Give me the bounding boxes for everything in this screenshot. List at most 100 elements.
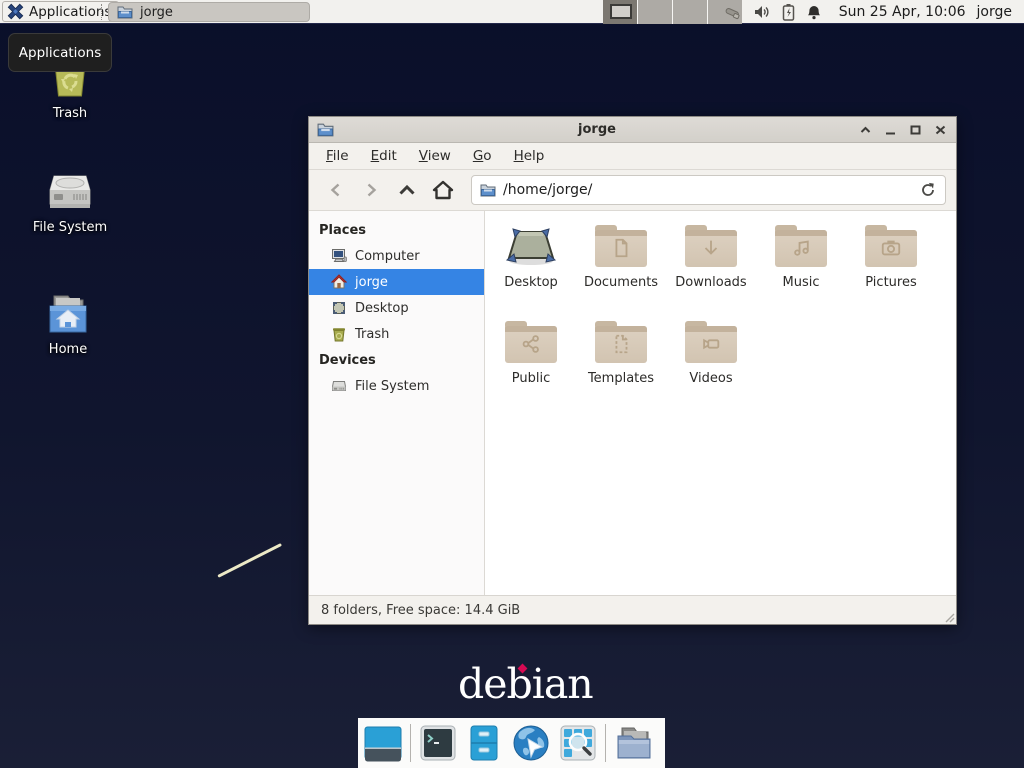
- sidebar-item-desktop[interactable]: Desktop: [309, 295, 484, 321]
- desktop-icon: [331, 300, 347, 316]
- show-desktop-icon[interactable]: [364, 724, 402, 762]
- sidebar-item-label: jorge: [355, 275, 388, 290]
- window-controls: [860, 125, 948, 135]
- sidebar-item-label: Desktop: [355, 301, 409, 316]
- top-panel: Applications jorge Sun 25 Apr, 10:06 jor…: [0, 0, 1024, 24]
- file-item-music[interactable]: Music: [756, 213, 846, 309]
- dock-separator: [410, 724, 411, 762]
- sidebar-item-file-system[interactable]: File System: [309, 373, 484, 399]
- directory-menu-icon[interactable]: [614, 724, 654, 762]
- workspace-window-preview: [610, 4, 632, 19]
- sidebar-item-computer[interactable]: Computer: [309, 243, 484, 269]
- dock-separator: [605, 724, 606, 762]
- panel-handle[interactable]: [101, 4, 104, 20]
- file-item-label: Pictures: [865, 275, 916, 290]
- applications-tooltip: Applications: [8, 33, 112, 72]
- sidebar-item-trash[interactable]: Trash: [309, 321, 484, 347]
- path-folder-icon: [480, 183, 496, 197]
- sidebar-devices-header: Devices: [309, 347, 484, 373]
- menu-edit[interactable]: Edit: [360, 144, 408, 168]
- file-item-label: Music: [783, 275, 820, 290]
- file-item-pictures[interactable]: Pictures: [846, 213, 936, 309]
- file-item-label: Desktop: [504, 275, 558, 290]
- toolbar: [309, 170, 956, 211]
- folder-downloads-icon: [685, 225, 737, 267]
- home-icon: [331, 274, 347, 290]
- folder-documents-icon: [595, 225, 647, 267]
- sidebar-item-jorge[interactable]: jorge: [309, 269, 484, 295]
- xfce-logo-icon: [7, 3, 24, 20]
- up-button[interactable]: [391, 175, 423, 205]
- computer-icon: [331, 248, 347, 264]
- reload-icon[interactable]: [919, 181, 937, 199]
- taskbar-window-button[interactable]: jorge: [108, 2, 310, 22]
- hard-drive-icon: [46, 168, 94, 214]
- workspace-2[interactable]: [638, 0, 672, 24]
- shade-button[interactable]: [860, 125, 871, 135]
- home-button[interactable]: [427, 175, 459, 205]
- menu-file[interactable]: File: [315, 144, 360, 168]
- app-finder-icon[interactable]: [559, 724, 597, 762]
- file-item-public[interactable]: Public: [486, 309, 576, 405]
- workspace-switcher[interactable]: [603, 0, 742, 24]
- close-button[interactable]: [935, 125, 946, 135]
- workspace-1[interactable]: [603, 0, 637, 24]
- file-item-documents[interactable]: Documents: [576, 213, 666, 309]
- web-browser-icon[interactable]: [511, 723, 551, 763]
- folder-music-icon: [775, 225, 827, 267]
- taskbar-window-label: jorge: [140, 5, 173, 20]
- folder-templates-icon: [595, 321, 647, 363]
- forward-button[interactable]: [355, 175, 387, 205]
- panel-clock[interactable]: Sun 25 Apr, 10:06: [839, 4, 966, 20]
- sidebar-item-label: Computer: [355, 249, 420, 264]
- notifications-bell-icon[interactable]: [806, 4, 822, 21]
- window-title: jorge: [340, 122, 854, 137]
- file-item-label: Public: [512, 371, 550, 386]
- debian-wordmark: debian: [458, 660, 593, 708]
- file-item-downloads[interactable]: Downloads: [666, 213, 756, 309]
- dock: [358, 718, 665, 768]
- window-body: Places Computer jorge Desktop: [309, 211, 956, 595]
- menu-view[interactable]: View: [408, 144, 462, 168]
- folder-window-icon: [117, 5, 133, 19]
- desktop-icon-file-system[interactable]: File System: [22, 168, 118, 235]
- tool-icon[interactable]: [723, 3, 742, 21]
- resize-grip[interactable]: [943, 611, 955, 623]
- back-button[interactable]: [319, 175, 351, 205]
- file-item-desktop[interactable]: Desktop: [486, 213, 576, 309]
- file-grid: Desktop Documents Downloads: [486, 213, 956, 405]
- sidebar-places-header: Places: [309, 217, 484, 243]
- file-pane[interactable]: Desktop Documents Downloads: [485, 211, 956, 595]
- statusbar-text: 8 folders, Free space: 14.4 GiB: [321, 603, 520, 618]
- file-item-label: Templates: [588, 371, 654, 386]
- file-item-label: Documents: [584, 275, 658, 290]
- file-item-videos[interactable]: Videos: [666, 309, 756, 405]
- statusbar: 8 folders, Free space: 14.4 GiB: [309, 595, 956, 624]
- workspace-3[interactable]: [673, 0, 707, 24]
- terminal-icon[interactable]: [419, 724, 457, 762]
- path-input[interactable]: [503, 182, 911, 198]
- minimize-button[interactable]: [885, 125, 896, 135]
- window-titlebar[interactable]: jorge: [309, 117, 956, 143]
- maximize-button[interactable]: [910, 125, 921, 135]
- volume-icon[interactable]: [753, 4, 771, 20]
- battery-icon[interactable]: [782, 3, 795, 21]
- menu-go[interactable]: Go: [462, 144, 503, 168]
- desktop-place-icon: [504, 225, 558, 267]
- home-folder-icon: [44, 292, 92, 336]
- menubar: File Edit View Go Help: [309, 143, 956, 170]
- trash-icon: [331, 326, 347, 342]
- file-manager-icon[interactable]: [465, 724, 503, 762]
- folder-public-icon: [505, 321, 557, 363]
- file-manager-window: jorge File Edit View Go Help: [308, 116, 957, 625]
- panel-user[interactable]: jorge: [977, 4, 1012, 20]
- desktop-icon-home[interactable]: Home: [20, 292, 116, 357]
- path-bar[interactable]: [471, 175, 946, 205]
- sidebar: Places Computer jorge Desktop: [309, 211, 485, 595]
- file-item-label: Downloads: [675, 275, 746, 290]
- desktop-icon-label: Home: [49, 342, 87, 357]
- file-item-templates[interactable]: Templates: [576, 309, 666, 405]
- menu-help[interactable]: Help: [503, 144, 556, 168]
- sidebar-item-label: Trash: [355, 327, 389, 342]
- window-folder-icon: [317, 122, 334, 137]
